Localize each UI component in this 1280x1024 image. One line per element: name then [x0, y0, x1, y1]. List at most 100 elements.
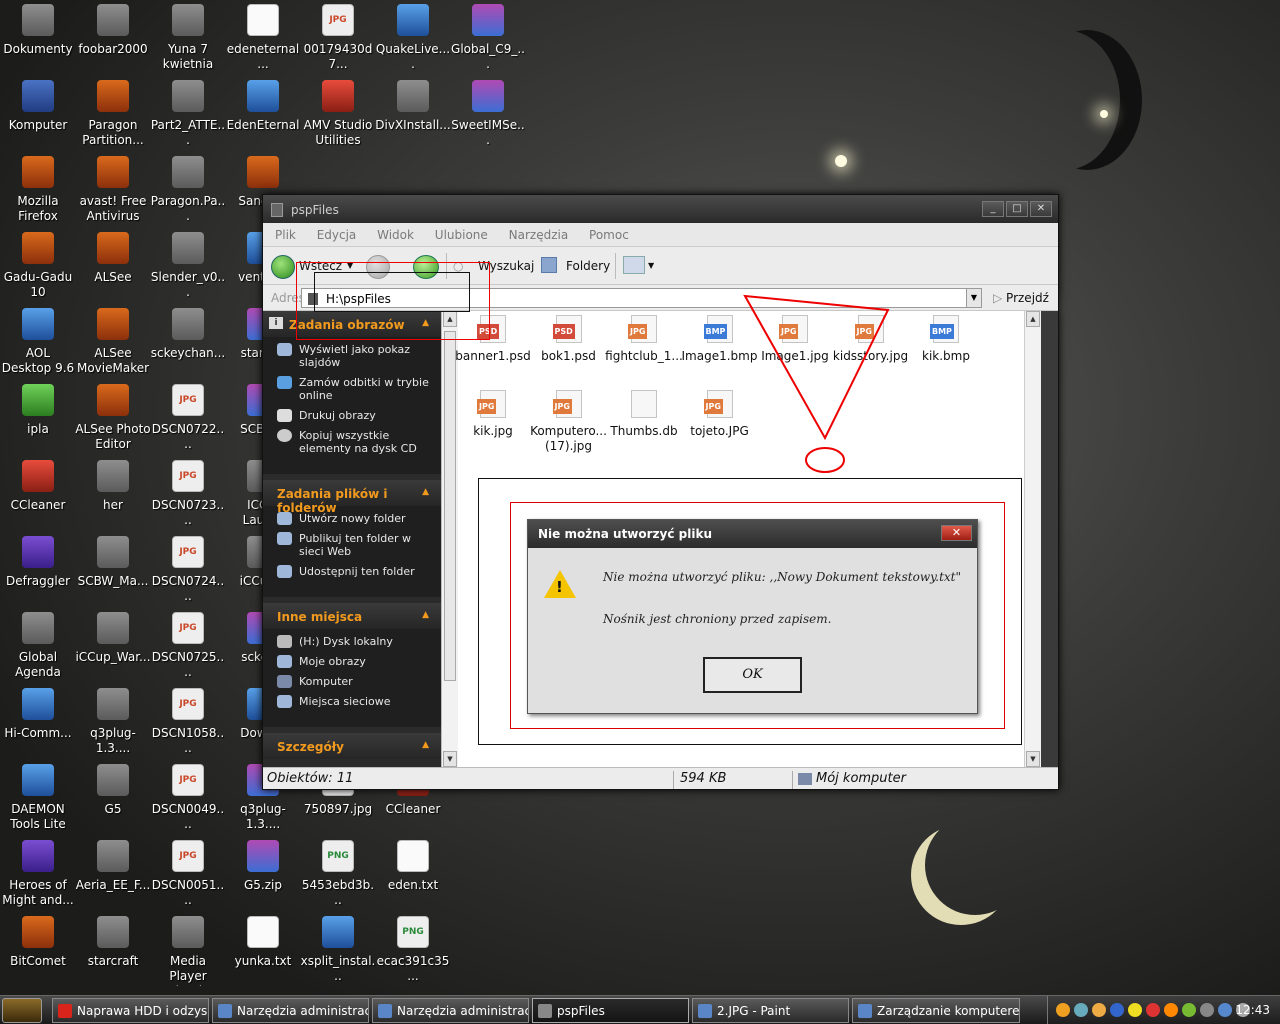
tray-icon[interactable] — [1218, 1003, 1232, 1017]
task-publish-web[interactable]: Publikuj ten folder w sieci Web — [277, 532, 431, 558]
desktop-icon[interactable]: ALSee — [75, 230, 151, 306]
desktop-icon[interactable]: edeneternal... — [225, 2, 301, 78]
task-print-images[interactable]: Drukuj obrazy — [277, 409, 431, 422]
dialog-close-button[interactable]: ✕ — [941, 525, 972, 541]
taskbar-button[interactable]: Narzędzia administrac... — [372, 998, 529, 1023]
file-item[interactable]: BMP kik.bmp — [906, 315, 986, 364]
desktop-icon[interactable]: Heroes of Might and... — [0, 838, 76, 914]
desktop-icon[interactable]: JPG DSCN0725.... — [150, 610, 226, 686]
desktop-icon[interactable]: QuakeLive.... — [375, 2, 451, 78]
views-icon[interactable] — [623, 256, 645, 274]
tray-icon[interactable] — [1074, 1003, 1088, 1017]
desktop-icon[interactable]: Media Player Classic — [150, 914, 226, 990]
taskbar-button[interactable]: pspFiles — [532, 998, 689, 1023]
desktop-icon[interactable]: Aeria_EE_F... — [75, 838, 151, 914]
address-dropdown-icon[interactable]: ▼ — [966, 288, 982, 308]
taskbar-button[interactable]: 2.JPG - Paint — [692, 998, 849, 1023]
desktop-icon[interactable]: avast! Free Antivirus — [75, 154, 151, 230]
menu-plik[interactable]: Plik — [275, 228, 296, 242]
tray-icon[interactable] — [1092, 1003, 1106, 1017]
place-my-pictures[interactable]: Moje obrazy — [277, 655, 431, 668]
desktop-icon[interactable]: foobar2000 — [75, 2, 151, 78]
desktop-icon[interactable]: sckeychan... — [150, 306, 226, 382]
file-item[interactable]: PSD bok1.psd — [529, 315, 609, 364]
desktop-icon[interactable]: DivXInstall... — [375, 78, 451, 154]
desktop-icon[interactable]: JPG DSCN0723.... — [150, 458, 226, 534]
menu-pomoc[interactable]: Pomoc — [589, 228, 629, 242]
desktop-icon[interactable]: ipla — [0, 382, 76, 458]
desktop-icon[interactable]: Komputer — [0, 78, 76, 154]
desktop-icon[interactable]: JPG DSCN0724.... — [150, 534, 226, 610]
tray-icon[interactable] — [1056, 1003, 1070, 1017]
desktop-icon[interactable]: xsplit_instal... — [300, 914, 376, 990]
menu-ulubione[interactable]: Ulubione — [435, 228, 488, 242]
taskbar-button[interactable]: Narzędzia administrac... — [212, 998, 369, 1023]
desktop-icon[interactable]: Dokumenty — [0, 2, 76, 78]
window-titlebar[interactable]: pspFiles _ □ ✕ — [263, 195, 1058, 223]
tray-icon[interactable] — [1164, 1003, 1178, 1017]
taskbar-button[interactable]: Zarządzanie komputerem — [852, 998, 1020, 1023]
task-pane-scrollbar[interactable]: ▲ ▼ — [441, 311, 458, 767]
desktop-icon[interactable]: SCBW_Ma... — [75, 534, 151, 610]
desktop-icon[interactable]: Gadu-Gadu 10 — [0, 230, 76, 306]
desktop-icon[interactable]: G5 — [75, 762, 151, 838]
start-button[interactable] — [2, 998, 42, 1023]
desktop-icon[interactable]: starcraft — [75, 914, 151, 990]
scroll-thumb[interactable] — [444, 331, 456, 681]
desktop-icon[interactable]: EdenEternal — [225, 78, 301, 154]
tray-icon[interactable] — [1128, 1003, 1142, 1017]
desktop-icon[interactable]: Mozilla Firefox — [0, 154, 76, 230]
task-copy-to-cd[interactable]: Kopiuj wszystkie elementy na dysk CD — [277, 429, 431, 455]
clock[interactable]: 12:43 — [1235, 1003, 1270, 1017]
task-order-prints[interactable]: Zamów odbitki w trybie online — [277, 376, 431, 402]
file-list-scrollbar[interactable]: ▲ ▼ — [1024, 311, 1041, 767]
desktop-icon[interactable]: JPG DSCN0051.... — [150, 838, 226, 914]
desktop-icon[interactable]: her — [75, 458, 151, 534]
desktop-icon[interactable]: Slender_v0... — [150, 230, 226, 306]
menu-narzedzia[interactable]: Narzędzia — [509, 228, 569, 242]
scroll-down-icon[interactable]: ▼ — [1026, 751, 1040, 767]
desktop-icon[interactable]: Hi-Comm... — [0, 686, 76, 762]
maximize-button[interactable]: □ — [1006, 201, 1028, 217]
desktop-icon[interactable]: JPG DSCN1058.... — [150, 686, 226, 762]
desktop-icon[interactable]: SweetIMSe... — [450, 78, 526, 154]
task-slideshow[interactable]: Wyświetl jako pokaz slajdów — [277, 343, 431, 369]
desktop-icon[interactable]: Yuna 7 kwietnia — [150, 2, 226, 78]
go-button[interactable]: ▷ Przejdź — [993, 291, 1049, 305]
scroll-up-icon[interactable]: ▲ — [1026, 311, 1040, 327]
desktop-icon[interactable]: Paragon Partition... — [75, 78, 151, 154]
desktop-icon[interactable]: G5.zip — [225, 838, 301, 914]
collapse-icon[interactable]: ▲ — [422, 610, 429, 620]
desktop-icon[interactable]: Global_C9_... — [450, 2, 526, 78]
desktop-icon[interactable]: eden.txt — [375, 838, 451, 914]
desktop-icon[interactable]: q3plug-1.3.... — [75, 686, 151, 762]
desktop-icon[interactable]: ALSee MovieMaker — [75, 306, 151, 382]
folders-button[interactable]: Foldery — [566, 259, 610, 273]
desktop-icon[interactable]: JPG DSCN0049.... — [150, 762, 226, 838]
desktop-icon[interactable]: ALSee Photo Editor — [75, 382, 151, 458]
collapse-icon[interactable]: ▲ — [422, 487, 429, 497]
menu-widok[interactable]: Widok — [377, 228, 414, 242]
views-dropdown-icon[interactable]: ▼ — [648, 261, 654, 270]
panel-header-file-tasks[interactable]: Zadania plików i folderów ▲ — [263, 480, 441, 515]
back-arrow-icon[interactable] — [271, 255, 295, 279]
desktop-icon[interactable]: PNG 5453ebd3b... — [300, 838, 376, 914]
tray-icon[interactable] — [1146, 1003, 1160, 1017]
panel-header-other-places[interactable]: Inne miejsca ▲ — [263, 603, 441, 629]
task-new-folder[interactable]: Utwórz nowy folder — [277, 512, 431, 525]
desktop-icon[interactable]: BitComet — [0, 914, 76, 990]
dialog-titlebar[interactable]: Nie można utworzyć pliku ✕ — [528, 520, 977, 548]
close-button[interactable]: ✕ — [1030, 201, 1052, 217]
desktop-icon[interactable]: iCCup_War... — [75, 610, 151, 686]
desktop-icon[interactable]: Paragon.Pa... — [150, 154, 226, 230]
desktop-icon[interactable]: Global Agenda — [0, 610, 76, 686]
ok-button[interactable]: OK — [703, 657, 802, 693]
file-item[interactable]: Thumbs.db — [604, 390, 684, 439]
minimize-button[interactable]: _ — [982, 201, 1004, 217]
desktop-icon[interactable]: PNG ecac391c35... — [375, 914, 451, 990]
scroll-down-icon[interactable]: ▼ — [443, 751, 457, 767]
place-local-disk[interactable]: (H:) Dysk lokalny — [277, 635, 431, 648]
desktop-icon[interactable]: DAEMON Tools Lite — [0, 762, 76, 838]
desktop-icon[interactable]: JPG 00179430d7... — [300, 2, 376, 78]
folders-icon[interactable] — [541, 257, 557, 273]
